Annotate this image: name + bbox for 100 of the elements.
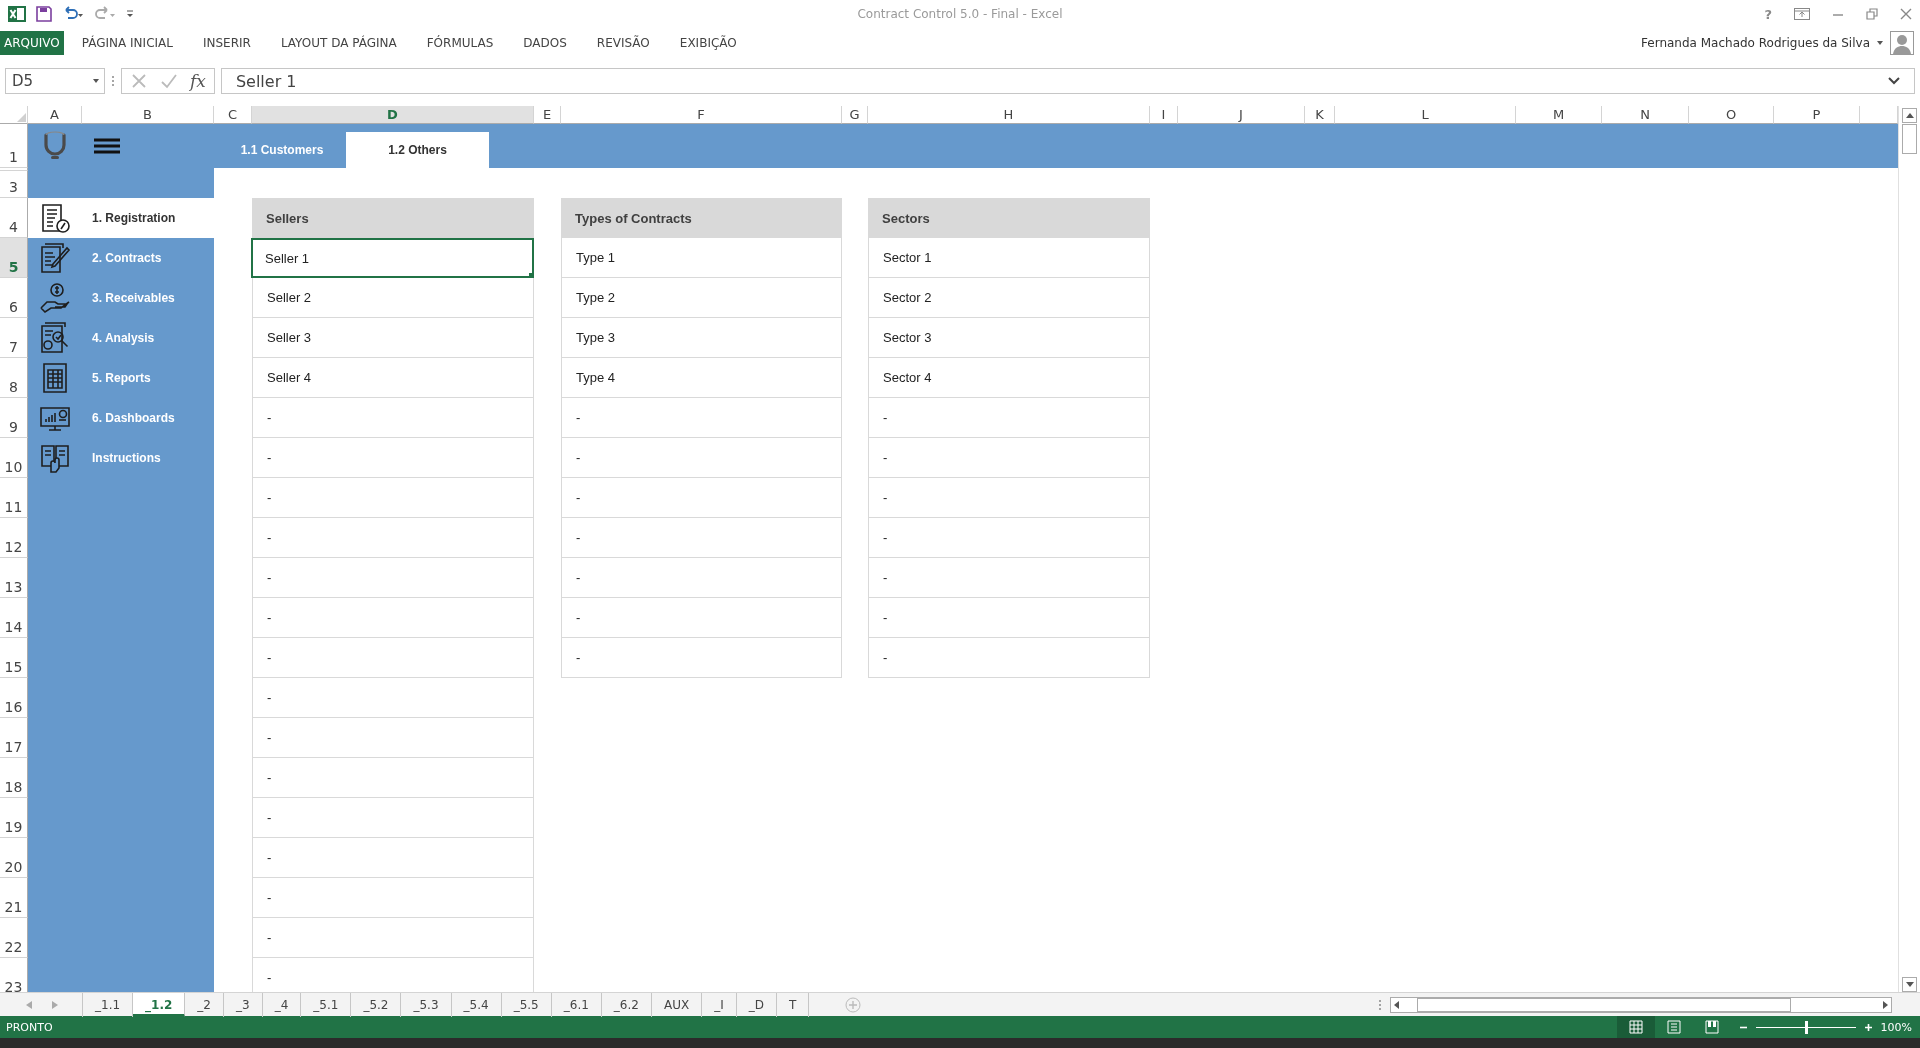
- table-cell[interactable]: Type 2: [561, 278, 842, 318]
- insert-function-button[interactable]: fx: [190, 71, 206, 91]
- table-cell[interactable]: -: [868, 438, 1150, 478]
- table-cell[interactable]: -: [252, 878, 534, 918]
- table-cell[interactable]: -: [868, 558, 1150, 598]
- page-icon[interactable]: [1666, 1020, 1681, 1034]
- table-cell[interactable]: Seller 1: [251, 238, 534, 278]
- table-cell[interactable]: -: [252, 518, 534, 558]
- grip-icon[interactable]: [111, 74, 115, 88]
- ribbon-tab[interactable]: EXIBIÇÃO: [671, 31, 745, 55]
- customize-caret-icon[interactable]: [126, 9, 134, 19]
- table-cell[interactable]: Seller 3: [252, 318, 534, 358]
- table-cell[interactable]: Type 4: [561, 358, 842, 398]
- column-header[interactable]: C: [214, 106, 252, 124]
- scroll-down-icon[interactable]: [1905, 982, 1914, 987]
- expand-chevron-icon[interactable]: [1888, 77, 1900, 85]
- table-cell[interactable]: -: [252, 558, 534, 598]
- zoom-level[interactable]: 100%: [1880, 1020, 1912, 1034]
- column-header[interactable]: D: [252, 106, 534, 124]
- table-cell[interactable]: -: [561, 638, 842, 678]
- table-cell[interactable]: -: [561, 398, 842, 438]
- column-header[interactable]: N: [1602, 106, 1689, 124]
- scroll-up-icon[interactable]: [1905, 113, 1914, 118]
- undo-icon[interactable]: [62, 6, 84, 22]
- scroll-thumb[interactable]: [1902, 124, 1917, 154]
- vertical-scrollbar[interactable]: [1898, 106, 1920, 992]
- table-cell[interactable]: Sector 2: [868, 278, 1150, 318]
- table-cell[interactable]: -: [252, 758, 534, 798]
- table-cell[interactable]: -: [252, 598, 534, 638]
- spreadsheet-app-icon[interactable]: [8, 5, 26, 23]
- column-header[interactable]: J: [1178, 106, 1305, 124]
- sheet-tab[interactable]: _1.2: [133, 992, 186, 1017]
- caret-icon[interactable]: [1876, 40, 1884, 46]
- column-header[interactable]: K: [1305, 106, 1335, 124]
- lightbulb-icon[interactable]: [42, 131, 68, 161]
- column-header[interactable]: O: [1689, 106, 1774, 124]
- table-cell[interactable]: -: [252, 638, 534, 678]
- column-header[interactable]: M: [1516, 106, 1602, 124]
- formula-field[interactable]: Seller 1: [220, 68, 1915, 94]
- column-header[interactable]: B: [82, 106, 214, 124]
- row-header[interactable]: 5: [0, 238, 28, 278]
- ribbon-tab[interactable]: REVISÃO: [588, 31, 658, 55]
- table-cell[interactable]: -: [252, 438, 534, 478]
- table-cell[interactable]: -: [252, 478, 534, 518]
- user-name[interactable]: Fernanda Machado Rodrigues da Silva: [1641, 36, 1870, 50]
- table-cell[interactable]: -: [561, 518, 842, 558]
- save-icon[interactable]: [36, 6, 52, 22]
- table-cell[interactable]: -: [868, 398, 1150, 438]
- name-box[interactable]: D5: [5, 68, 105, 94]
- table-cell[interactable]: -: [868, 518, 1150, 558]
- table-cell[interactable]: -: [252, 398, 534, 438]
- zoom-thumb[interactable]: [1804, 1020, 1808, 1034]
- table-cell[interactable]: -: [868, 598, 1150, 638]
- menu-icon[interactable]: [94, 138, 120, 154]
- ribbon-tab[interactable]: LAYOUT DA PÁGINA: [272, 31, 405, 55]
- avatar-icon[interactable]: [1890, 31, 1914, 55]
- table-cell[interactable]: Type 3: [561, 318, 842, 358]
- table-cell[interactable]: -: [561, 598, 842, 638]
- close-icon[interactable]: [1900, 8, 1912, 20]
- table-cell[interactable]: Sector 1: [868, 238, 1150, 278]
- grid-icon[interactable]: [1628, 1020, 1643, 1034]
- check-icon[interactable]: [160, 72, 178, 90]
- previous-sheet-icon[interactable]: [26, 1000, 32, 1009]
- next-sheet-icon[interactable]: [52, 1000, 58, 1009]
- fill-handle[interactable]: [529, 273, 534, 278]
- column-header[interactable]: F: [561, 106, 842, 124]
- ribbon-tab[interactable]: PÁGINA INICIAL: [73, 31, 181, 55]
- normal-view-button[interactable]: [1616, 1016, 1655, 1038]
- table-cell[interactable]: -: [561, 478, 842, 518]
- table-cell[interactable]: -: [252, 678, 534, 718]
- table-cell[interactable]: -: [561, 558, 842, 598]
- table-cell[interactable]: Seller 2: [252, 278, 534, 318]
- column-header[interactable]: P: [1774, 106, 1860, 124]
- ribbon-display-icon[interactable]: [1794, 8, 1810, 20]
- column-header[interactable]: A: [28, 106, 82, 124]
- sidebar-item[interactable]: 1. Registration: [28, 198, 214, 238]
- zoom-in-icon[interactable]: [1863, 1022, 1873, 1032]
- horizontal-scrollbar[interactable]: [1390, 996, 1892, 1013]
- scroll-thumb[interactable]: [1417, 997, 1791, 1012]
- file-tab[interactable]: ARQUIVO: [0, 31, 64, 55]
- ribbon-tab[interactable]: INSERIR: [194, 31, 259, 55]
- page-tab[interactable]: 1.2 Others: [346, 132, 489, 168]
- table-cell[interactable]: -: [868, 478, 1150, 518]
- column-header[interactable]: L: [1335, 106, 1516, 124]
- table-cell[interactable]: -: [252, 798, 534, 838]
- table-cell[interactable]: Seller 4: [252, 358, 534, 398]
- cancel-icon[interactable]: [130, 72, 148, 90]
- table-cell[interactable]: -: [252, 718, 534, 758]
- column-header[interactable]: H: [868, 106, 1150, 124]
- column-header[interactable]: E: [534, 106, 561, 124]
- table-cell[interactable]: -: [252, 918, 534, 958]
- grip-icon[interactable]: [1378, 998, 1382, 1011]
- table-cell[interactable]: Sector 4: [868, 358, 1150, 398]
- redo-icon[interactable]: [94, 6, 116, 22]
- table-cell[interactable]: Type 1: [561, 238, 842, 278]
- page-break-icon[interactable]: [1704, 1020, 1719, 1034]
- table-cell[interactable]: Sector 3: [868, 318, 1150, 358]
- table-cell[interactable]: -: [252, 838, 534, 878]
- ribbon-tab[interactable]: DADOS: [515, 31, 575, 55]
- table-cell[interactable]: -: [561, 438, 842, 478]
